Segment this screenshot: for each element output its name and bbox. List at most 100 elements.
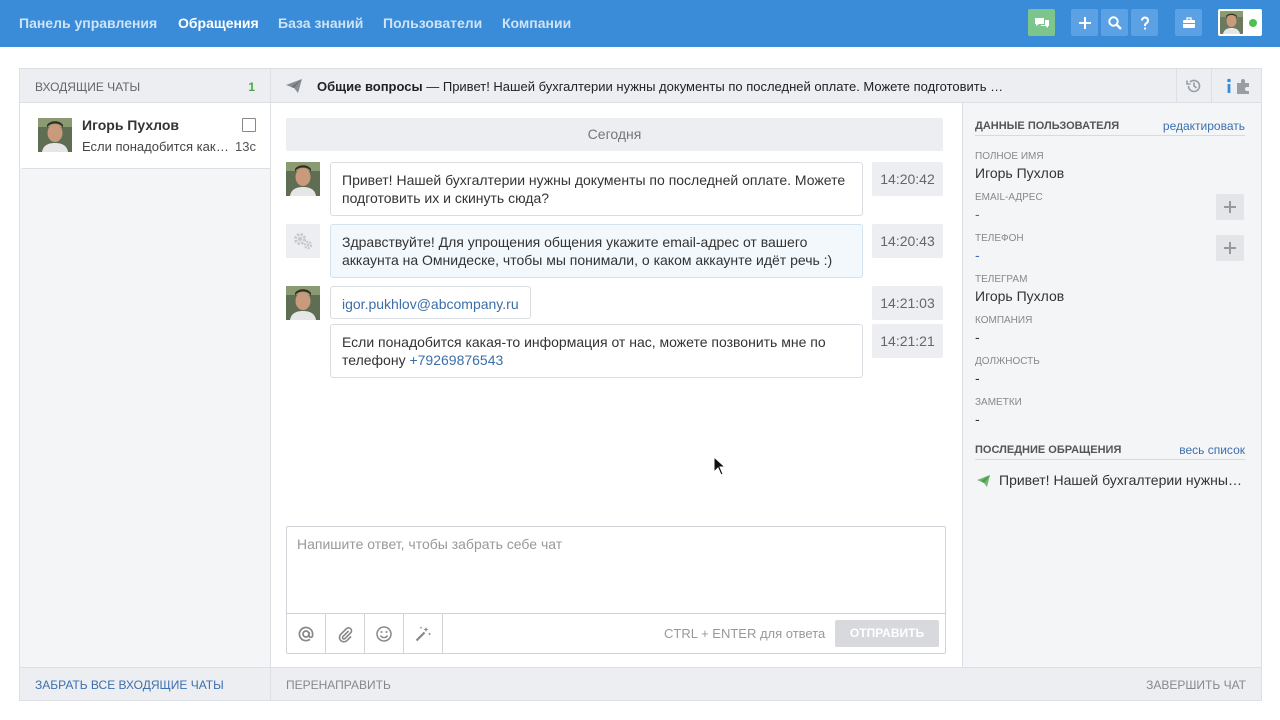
magic-wand-icon [415,626,431,642]
at-sign-icon [298,626,314,642]
search-button[interactable] [1101,9,1128,36]
gears-icon [294,233,313,250]
finish-chat-link[interactable]: Завершить чат [1146,678,1246,692]
plus-icon [1224,201,1236,213]
chat-client-name: Игорь Пухлов [82,117,179,133]
nav-dashboard[interactable]: Панель управления [19,15,157,31]
reply-input-placeholder[interactable]: Напишите ответ, чтобы забрать себе чат [297,536,562,552]
paper-plane-icon [286,79,302,93]
send-shortcut-hint: CTRL + ENTER для ответа [664,626,826,641]
online-status-indicator [1249,19,1257,27]
message-time: 14:20:43 [872,224,943,258]
smile-icon [376,626,392,642]
position-value: - [975,370,980,386]
telegram-value: Игорь Пухлов [975,288,1065,304]
inbox-title: Входящие чаты [35,80,141,94]
day-separator: Сегодня [286,118,943,151]
recent-cases-header: Последние обращения весь список [975,442,1245,460]
mention-button[interactable] [287,614,326,654]
briefcase-button[interactable] [1175,9,1202,36]
user-details-title: Данные пользователя [975,120,1120,132]
email-label: Email-адрес [975,192,1043,203]
add-phone-button[interactable] [1216,235,1244,261]
plus-icon [1078,16,1091,29]
paper-plane-icon [977,475,990,487]
all-cases-link[interactable]: весь список [1179,443,1245,457]
help-button[interactable] [1131,9,1158,36]
nav-companies[interactable]: Компании [502,15,571,31]
templates-button[interactable] [404,614,443,654]
client-message: Привет! Нашей бухгалтерии нужны документ… [330,162,863,216]
subject-separator: — [422,79,443,94]
bot-message: Здравствуйте! Для упрощения общения укаж… [330,224,863,278]
chat-preview: Если понадобится какая-то информация от … [82,139,230,154]
notes-label: Заметки [975,397,1022,408]
take-all-chats-link[interactable]: Забрать все входящие чаты [35,678,224,692]
message-text: Привет! Нашей бухгалтерии нужны документ… [342,172,846,206]
history-icon [1186,79,1201,93]
plus-icon [1224,242,1236,254]
inbox-header: Входящие чаты 1 [20,69,270,103]
recent-cases-title: Последние обращения [975,444,1122,456]
message-time: 14:20:42 [872,162,943,196]
puzzle-icon [1236,79,1249,94]
phone-label: Телефон [975,233,1024,244]
inbox-panel: Входящие чаты 1 Игорь Пухлов Если понадо… [20,69,271,700]
telegram-label: Телеграм [975,274,1028,285]
chat-footer: Перенаправить Завершить чат [271,667,1261,700]
inbox-chat-item[interactable]: Игорь Пухлов Если понадобится какая-то и… [20,103,270,169]
inbox-footer: Забрать все входящие чаты [20,667,270,700]
paperclip-icon [338,627,353,643]
user-details-header: Данные пользователя редактировать [975,118,1245,136]
message-text: Здравствуйте! Для упрощения общения укаж… [342,234,833,268]
case-subject: Общие вопросы — Привет! Нашей бухгалтери… [317,79,1007,94]
nav-knowledge-base[interactable]: База знаний [278,15,363,31]
select-chat-checkbox[interactable] [242,118,256,132]
phone-value[interactable]: - [975,247,980,263]
history-button[interactable] [1176,69,1211,103]
integrations-button[interactable] [1226,69,1261,103]
avatar [286,286,320,320]
mouse-cursor-icon [713,456,727,476]
nav-users[interactable]: Пользователи [383,15,482,31]
full-name-label: Полное имя [975,151,1044,162]
notes-value: - [975,411,980,427]
nav-cases[interactable]: Обращения [178,15,259,31]
edit-user-link[interactable]: редактировать [1163,119,1245,133]
forward-chat-link[interactable]: Перенаправить [286,678,391,692]
company-label: Компания [975,315,1033,326]
message-time: 14:21:21 [872,324,943,358]
avatar [286,162,320,196]
email-link[interactable]: igor.pukhlov@abcompany.ru [342,296,519,312]
bot-avatar [286,224,320,258]
current-user-menu[interactable] [1218,9,1262,36]
reply-composer[interactable]: Напишите ответ, чтобы забрать себе чат C… [286,526,946,654]
message-time: 14:21:03 [872,286,943,320]
add-email-button[interactable] [1216,194,1244,220]
case-category: Общие вопросы [317,79,423,94]
briefcase-icon [1182,16,1195,28]
case-subject-bar: Общие вопросы — Привет! Нашей бухгалтери… [271,69,1261,103]
send-button[interactable]: Отправить [835,620,939,647]
case-subject-text: Привет! Нашей бухгалтерии нужны документ… [442,79,1007,94]
user-details-panel: Данные пользователя редактировать Полное… [962,103,1261,667]
emoji-button[interactable] [365,614,404,654]
recent-case-text: Привет! Нашей бухгалтерии нужны документ… [999,472,1245,488]
help-icon [1140,16,1149,29]
email-value[interactable]: - [975,206,980,222]
inbox-count-badge: 1 [248,80,255,94]
chat-wait-time: 13с [235,139,256,154]
avatar [38,118,72,152]
search-icon [1107,15,1122,30]
avatar [1220,11,1243,34]
chat-workspace: Входящие чаты 1 Игорь Пухлов Если понадо… [19,68,1262,701]
client-message: Если понадобится какая-то информация от … [330,324,863,378]
composer-toolbar: CTRL + ENTER для ответа Отправить [287,613,945,654]
position-label: Должность [975,356,1040,367]
chat-button[interactable] [1028,9,1055,36]
add-button[interactable] [1071,9,1098,36]
company-value: - [975,329,980,345]
recent-case-item[interactable]: Привет! Нашей бухгалтерии нужны документ… [975,472,1245,490]
phone-link[interactable]: +79269876543 [409,352,503,368]
attach-button[interactable] [326,614,365,654]
